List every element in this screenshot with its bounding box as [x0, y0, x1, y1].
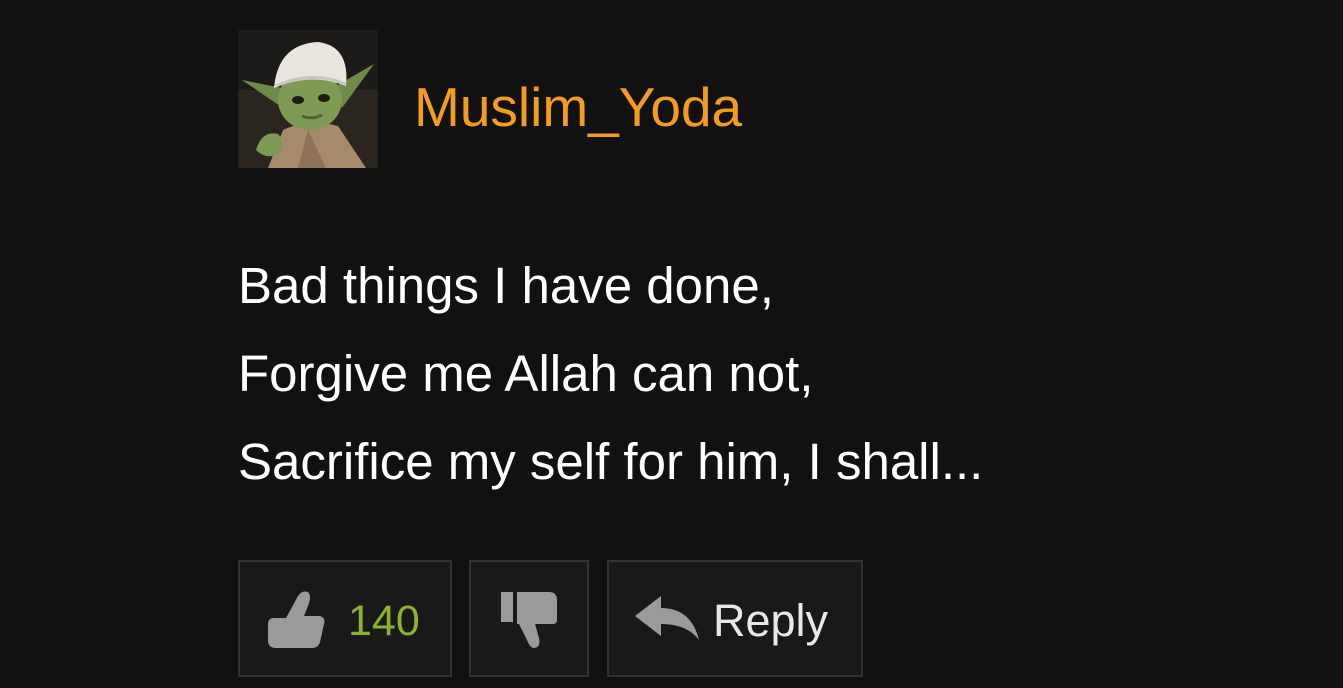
like-button[interactable]: 140 [238, 560, 452, 677]
comment: Muslim_Yoda Bad things I have done, Forg… [0, 0, 1343, 688]
username-link[interactable]: Muslim_Yoda [414, 72, 742, 142]
comment-line: Bad things I have done, [238, 257, 774, 314]
thumbs-up-icon [268, 591, 325, 648]
like-count: 140 [348, 597, 420, 645]
comment-line: Forgive me Allah can not, [238, 345, 814, 402]
reply-button[interactable]: Reply [607, 560, 863, 677]
comment-line: Sacrifice my self for him, I shall... [238, 433, 984, 490]
avatar[interactable] [238, 30, 378, 168]
reply-arrow-icon [635, 596, 699, 640]
comment-body: Bad things I have done, Forgive me Allah… [238, 242, 983, 506]
thumbs-down-icon [501, 592, 557, 648]
yoda-avatar-image [238, 30, 378, 168]
dislike-button[interactable] [469, 560, 589, 677]
reply-label: Reply [713, 595, 829, 646]
